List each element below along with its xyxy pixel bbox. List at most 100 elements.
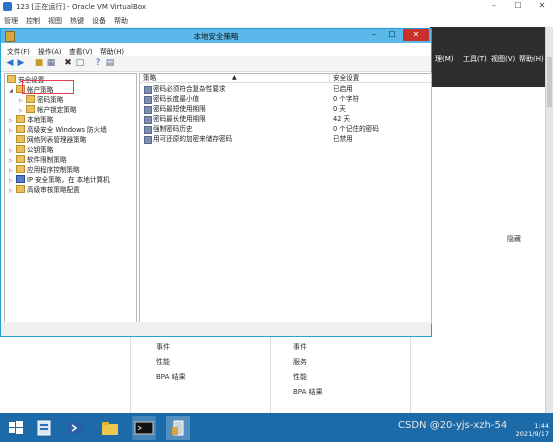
folder-icon <box>26 95 35 103</box>
security-policy-icon <box>172 420 184 436</box>
server-manager-taskbar-icon[interactable] <box>32 416 56 440</box>
menu-hotkey[interactable]: 热键 <box>70 16 84 26</box>
folder-icon <box>26 105 35 113</box>
table-row[interactable]: 密码最短使用期限 0 天 <box>140 104 431 114</box>
column-header-setting[interactable]: 安全设置 <box>330 74 431 83</box>
lsp-menubar: 文件(F) 操作(A) 查看(V) 帮助(H) <box>1 43 431 56</box>
folder-icon <box>16 185 25 193</box>
ip-security-icon <box>16 175 25 183</box>
server-manager-scrollbar[interactable] <box>545 27 553 413</box>
tree-node-advanced-audit[interactable]: ▷ 高级审核策略配置 <box>9 185 80 195</box>
tree-node-ip-security[interactable]: ▷ IP 安全策略，在 本地计算机 <box>9 175 110 185</box>
up-folder-icon[interactable]: ■ <box>34 58 44 68</box>
tree-node-public-key[interactable]: ▷ 公钥策略 <box>9 145 53 155</box>
table-row[interactable]: 密码最长使用期限 42 天 <box>140 114 431 124</box>
lsp-minimize-button[interactable]: – <box>365 29 383 41</box>
show-hide-tree-icon[interactable]: ▦ <box>46 58 56 68</box>
lsp-maximize-button[interactable]: ☐ <box>383 29 401 41</box>
tree-node-label: 本地策略 <box>27 116 54 124</box>
maximize-button[interactable]: ☐ <box>507 0 529 12</box>
hide-link[interactable]: 隐藏 <box>507 234 521 244</box>
tree-pane: 安全设置 ◢ 帐户策略 ▷ 密码策略 ▷ 帐户锁定策略 ▷ 本地策略 ▷ 高级安全 Win… <box>4 73 137 324</box>
menu-control[interactable]: 控制 <box>26 16 40 26</box>
lsp-titlebar[interactable]: 本地安全策略 – ☐ ✕ <box>1 29 431 43</box>
server-manager-tiles: 事件 性能 BPA 结果 事件 服务 性能 BPA 结果 <box>0 337 545 413</box>
clock-date: 2021/9/17 <box>515 430 549 438</box>
folder-icon <box>16 145 25 153</box>
lsp-menu-action[interactable]: 操作(A) <box>38 46 62 56</box>
table-row[interactable]: 密码长度最小值 0 个字符 <box>140 94 431 104</box>
tile1-performance[interactable]: 性能 <box>156 357 170 367</box>
powershell-icon <box>68 422 84 434</box>
table-row[interactable]: 密码必须符合复杂性要求 已启用 <box>140 84 431 94</box>
close-button[interactable]: ✕ <box>531 0 553 12</box>
folder-icon <box>16 155 25 163</box>
menu-help[interactable]: 帮助 <box>114 16 128 26</box>
menu-view[interactable]: 视图 <box>48 16 62 26</box>
menu-manage[interactable]: 管理 <box>4 16 18 26</box>
expand-icon[interactable]: ▷ <box>9 186 16 196</box>
virtualbox-menubar: 管理 控制 视图 热键 设备 帮助 <box>0 13 553 27</box>
tree-node-firewall[interactable]: ▷ 高级安全 Windows 防火墙 <box>9 125 107 135</box>
file-explorer-taskbar-icon[interactable] <box>98 416 122 440</box>
policy-icon <box>144 86 152 94</box>
tree-node-local-policies[interactable]: ▷ 本地策略 <box>9 115 53 125</box>
scrollbar-thumb[interactable] <box>547 57 552 107</box>
sm-menu-manage[interactable]: 理(M) <box>435 54 454 64</box>
tree-node-app-control[interactable]: ▷ 应用程序控制策略 <box>9 165 80 175</box>
cmd-taskbar-icon[interactable] <box>132 416 156 440</box>
folder-icon <box>102 422 118 435</box>
forward-icon[interactable]: ▶ <box>16 58 26 68</box>
lsp-toolbar: ◀ ▶ ■ ▦ ✖ □ ? ▤ <box>1 56 431 72</box>
policy-name: 密码最长使用期限 <box>153 115 206 123</box>
system-clock[interactable]: 1:44 2021/9/17 <box>516 422 549 438</box>
delete-icon[interactable]: ✖ <box>63 58 73 68</box>
tree-node-account-lockout-policy[interactable]: ▷ 帐户锁定策略 <box>19 105 77 115</box>
tile1-bpa[interactable]: BPA 结果 <box>156 372 186 382</box>
table-row[interactable]: 强制密码历史 0 个记住的密码 <box>140 124 431 134</box>
policy-setting: 已禁用 <box>333 135 353 143</box>
folder-icon <box>16 135 25 143</box>
local-security-policy-window: 本地安全策略 – ☐ ✕ 文件(F) 操作(A) 查看(V) 帮助(H) ◀ ▶… <box>0 28 432 337</box>
sm-menu-view[interactable]: 视图(V) <box>491 54 515 64</box>
tree-node-network-list[interactable]: 网络列表管理器策略 <box>9 135 86 145</box>
back-icon[interactable]: ◀ <box>5 58 15 68</box>
sm-menu-help[interactable]: 帮助(H) <box>519 54 544 64</box>
clock-time: 1:44 <box>534 422 549 430</box>
tree-node-software-restriction[interactable]: ▷ 软件限制策略 <box>9 155 67 165</box>
menu-devices[interactable]: 设备 <box>92 16 106 26</box>
policy-setting: 0 个记住的密码 <box>333 125 379 133</box>
tile2-services[interactable]: 服务 <box>293 357 307 367</box>
lsp-menu-help[interactable]: 帮助(H) <box>100 46 124 56</box>
start-button[interactable] <box>4 416 28 440</box>
column-header-policy[interactable]: 策略 ▲ <box>140 74 330 83</box>
minimize-button[interactable]: – <box>483 0 505 12</box>
policy-name: 强制密码历史 <box>153 125 193 133</box>
powershell-taskbar-icon[interactable] <box>64 416 88 440</box>
tree-node-label: 密码策略 <box>37 96 64 104</box>
tree-node-label: 高级审核策略配置 <box>27 186 80 194</box>
tile2-bpa[interactable]: BPA 结果 <box>293 387 323 397</box>
export-list-icon[interactable]: □ <box>75 58 85 68</box>
properties-icon[interactable]: ▤ <box>105 58 115 68</box>
sm-menu-tools[interactable]: 工具(T) <box>463 54 487 64</box>
tree-node-password-policy[interactable]: ▷ 密码策略 <box>19 95 63 105</box>
watermark-text: CSDN @20-yjs-xzh-54 <box>398 420 508 431</box>
policy-setting: 42 天 <box>333 115 351 123</box>
lsp-menu-file[interactable]: 文件(F) <box>7 46 30 56</box>
table-row[interactable]: 用可还原的加密来储存密码 已禁用 <box>140 134 431 144</box>
lsp-close-button[interactable]: ✕ <box>403 29 429 41</box>
tile2-events[interactable]: 事件 <box>293 342 307 352</box>
command-prompt-icon <box>134 421 154 435</box>
tile2-performance[interactable]: 性能 <box>293 372 307 382</box>
local-security-policy-taskbar-icon[interactable] <box>166 416 190 440</box>
tree-node-label: IP 安全策略，在 本地计算机 <box>27 176 110 184</box>
virtualbox-titlebar: 123 [正在运行] - Oracle VM VirtualBox – ☐ ✕ <box>0 0 553 13</box>
firewall-icon <box>16 125 25 133</box>
tile1-events[interactable]: 事件 <box>156 342 170 352</box>
collapse-icon[interactable]: ◢ <box>9 86 16 96</box>
help-icon[interactable]: ? <box>93 58 103 68</box>
policy-setting: 0 天 <box>333 105 346 113</box>
policy-setting: 0 个字符 <box>333 95 360 103</box>
lsp-menu-view[interactable]: 查看(V) <box>69 46 93 56</box>
